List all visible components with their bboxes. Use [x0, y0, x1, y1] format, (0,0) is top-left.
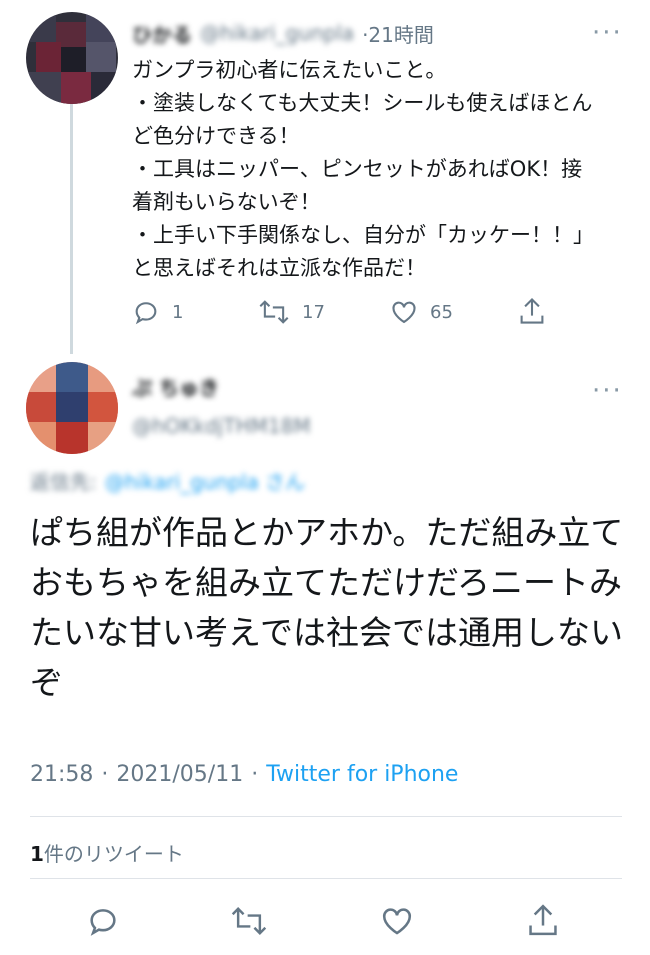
retweet-button[interactable]	[230, 904, 268, 942]
heart-icon	[382, 908, 412, 935]
thread-line	[70, 104, 73, 354]
reply-icon	[135, 302, 157, 325]
divider	[30, 816, 622, 817]
display-name[interactable]: ひかる	[132, 19, 192, 48]
tweet-actions: 1 17 65	[132, 296, 552, 330]
avatar[interactable]	[26, 362, 118, 454]
retweet-count: 1	[30, 842, 44, 866]
retweet-icon	[259, 300, 289, 324]
tweet-action-bar	[0, 890, 650, 950]
retweet-count: 17	[302, 301, 325, 323]
share-icon	[520, 297, 544, 324]
reply-button[interactable]: 1	[132, 298, 183, 326]
tweet-text: ぱち組が作品とかアホか。ただ組み立ておもちゃを組み立てただけだろニートみたいな甘…	[30, 513, 624, 702]
tweet-source[interactable]: Twitter for iPhone	[266, 762, 458, 787]
reply-count: 1	[172, 301, 184, 323]
share-button[interactable]	[518, 296, 546, 326]
reply-icon	[90, 909, 116, 936]
share-icon	[529, 904, 557, 936]
divider	[30, 878, 622, 879]
more-dots-icon[interactable]: ···	[592, 376, 623, 406]
avatar[interactable]	[26, 12, 118, 104]
retweet-summary[interactable]: 1件のリツイート	[30, 838, 184, 867]
heart-icon	[392, 301, 416, 324]
like-button[interactable]: 65	[390, 298, 453, 326]
tweet-date[interactable]: 2021/05/11	[116, 762, 243, 787]
display-name[interactable]: ぷ ちゅき	[132, 372, 219, 401]
retweet-label: 件のリツイート	[43, 842, 184, 866]
tweet-time[interactable]: 21:58	[30, 762, 93, 787]
handle: @hOKkdjTHM18M	[132, 414, 311, 438]
like-count: 65	[430, 301, 453, 323]
tweet-header: ひかる @hikari_gunpla ·21時間	[132, 18, 434, 48]
reply-button[interactable]	[86, 904, 120, 942]
reply-to-label: 返信先:	[30, 470, 97, 494]
retweet-icon	[231, 907, 267, 935]
retweet-button[interactable]: 17	[258, 298, 325, 326]
tweet-meta: 21:58 · 2021/05/11 · Twitter for iPhone	[30, 762, 459, 787]
more-dots-icon[interactable]: ···	[592, 18, 623, 48]
like-button[interactable]	[380, 904, 414, 942]
tweet-text: ガンプラ初心者に伝えたいこと。 ・塗装しなくても大丈夫！シールも使えばほとんど色…	[132, 58, 594, 280]
handle: @hikari_gunpla	[200, 21, 355, 45]
timestamp[interactable]: ·21時間	[362, 19, 434, 48]
share-button[interactable]	[526, 902, 560, 942]
reply-to-handle[interactable]: @hikari_gunpla さん	[105, 466, 305, 495]
reply-to: 返信先: @hikari_gunpla さん	[30, 466, 305, 495]
